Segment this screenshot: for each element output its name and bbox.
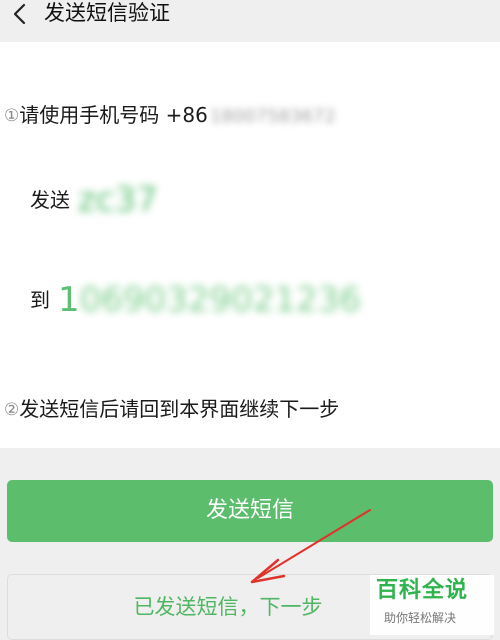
title-bar: 发送短信验证	[0, 0, 500, 42]
send-sms-button-label: 发送短信	[205, 498, 294, 523]
step-2-number: ②	[4, 400, 20, 420]
watermark-subtitle: 助你轻松解决	[384, 611, 457, 625]
sms-sent-next-button-label: 已发送短信，下一步	[133, 595, 323, 619]
watermark-logo: 百科全说 助你轻松解决	[370, 575, 494, 635]
send-content-row: 发送 zc37	[30, 182, 158, 218]
step-1-number: ①	[4, 106, 20, 126]
phone-number-blurred: 18007583672	[209, 106, 336, 127]
sms-code-blurred: zc37	[78, 180, 158, 220]
to-label: 到	[30, 288, 50, 312]
step-2-text: 发送短信后请回到本界面继续下一步	[19, 397, 340, 421]
back-arrow-icon[interactable]	[8, 0, 32, 28]
step-1-instruction: ①请使用手机号码 +86 18007583672	[4, 100, 336, 132]
step-1-text: 请使用手机号码 +86	[19, 103, 208, 127]
target-number-blurred: 0690329021236	[79, 280, 361, 320]
send-sms-button[interactable]: 发送短信	[7, 480, 493, 542]
send-to-row: 到 10690329021236	[30, 278, 361, 322]
send-label: 发送	[30, 188, 70, 212]
watermark-title: 百科全说	[376, 578, 469, 603]
sms-instructions-panel: ①请使用手机号码 +86 18007583672 发送 zc37 到 10690329…	[0, 42, 500, 448]
page-title: 发送短信验证	[44, 1, 170, 25]
target-number-first-digit: 1	[58, 280, 80, 320]
step-2-instruction: ②发送短信后请回到本界面继续下一步	[4, 394, 339, 425]
